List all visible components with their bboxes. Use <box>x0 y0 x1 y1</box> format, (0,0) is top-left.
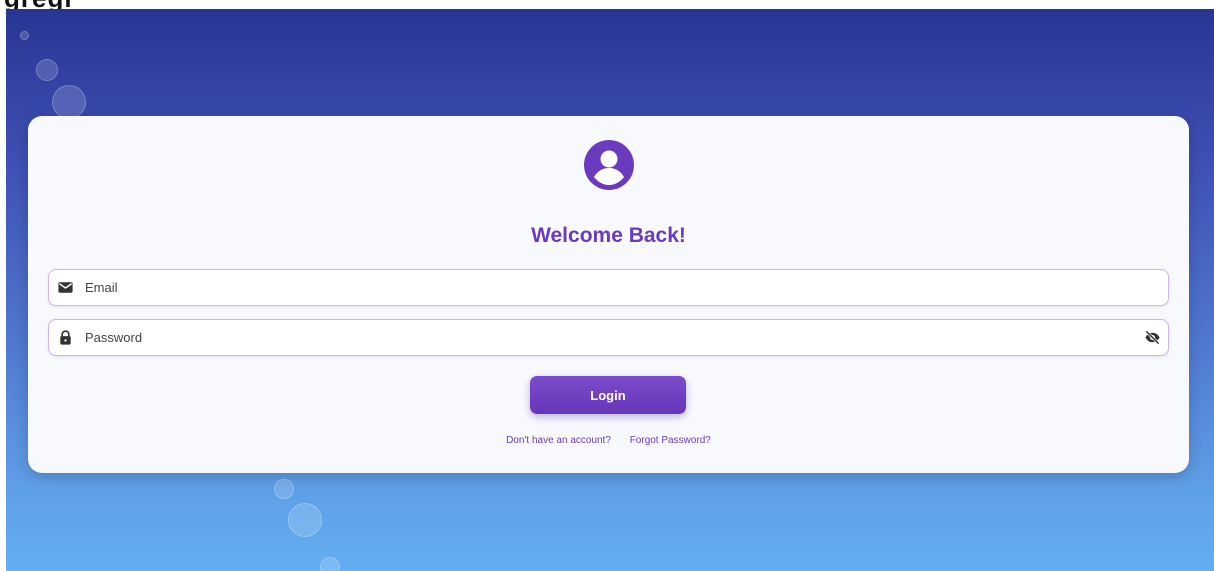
decorative-bubble <box>274 479 294 499</box>
top-strip: gregr <box>0 0 1214 9</box>
email-field-container[interactable] <box>48 269 1169 306</box>
lock-icon <box>60 330 71 345</box>
eye-slash-icon[interactable] <box>1144 329 1161 346</box>
forgot-password-link[interactable]: Forgot Password? <box>630 435 711 446</box>
login-button[interactable]: Login <box>530 376 686 414</box>
decorative-bubble <box>20 31 29 40</box>
decorative-bubble <box>36 59 58 81</box>
auth-links: Don't have an account? Forgot Password? <box>28 435 1189 446</box>
login-page-background: Welcome Back! Login <box>6 9 1214 571</box>
envelope-icon <box>58 282 73 293</box>
password-field-container[interactable] <box>48 319 1169 356</box>
decorative-bubble <box>52 85 86 119</box>
page-title: Welcome Back! <box>531 224 686 247</box>
user-circle-icon <box>584 140 634 190</box>
password-input[interactable] <box>83 321 1144 354</box>
email-input[interactable] <box>83 271 1168 304</box>
login-card: Welcome Back! Login <box>28 116 1189 473</box>
page-heading-fragment: gregr <box>4 0 75 9</box>
signup-link[interactable]: Don't have an account? <box>506 435 611 446</box>
decorative-bubble <box>288 503 322 537</box>
decorative-bubble <box>320 557 340 571</box>
